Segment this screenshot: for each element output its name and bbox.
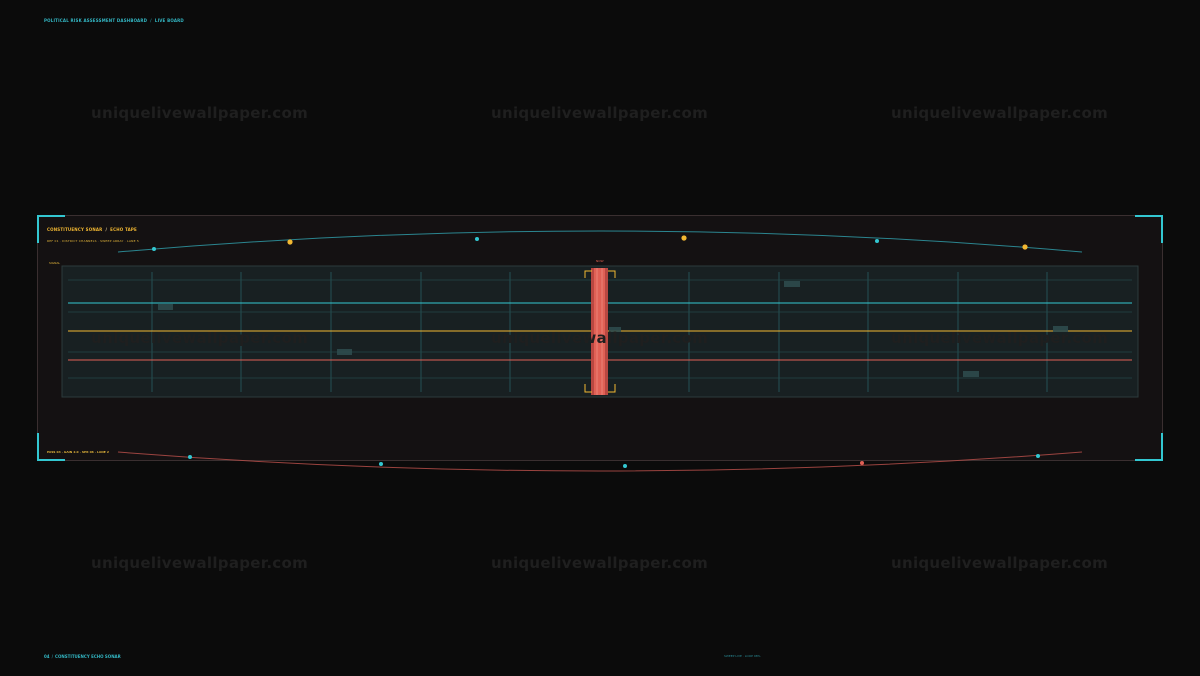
echo-block (963, 371, 979, 377)
echo-block (337, 349, 352, 355)
top-arc-node[interactable] (875, 239, 879, 243)
top-arc-node[interactable] (475, 237, 479, 241)
top-arc-node[interactable] (287, 239, 293, 245)
bottom-arc-node[interactable] (379, 462, 383, 466)
top-arc-node[interactable] (681, 235, 687, 241)
watermark: uniquelivewallpaper.com (891, 104, 1109, 122)
bottom-signal-arc (117, 451, 1083, 472)
watermark: uniquelivewallpaper.com (91, 329, 309, 347)
watermark: uniquelivewallpaper.com (91, 104, 309, 122)
footer-title-text: CONSTITUENCY ECHO SONAR (55, 654, 121, 659)
watermark: uniquelivewallpaper.com (91, 554, 309, 572)
echo-block (784, 281, 800, 287)
dashboard-page: POLITICAL RISK ASSESSMENT DASHBOARD / LIVE… (0, 0, 1200, 676)
bottom-arc-node[interactable] (860, 461, 864, 465)
bottom-arc-node[interactable] (188, 455, 192, 459)
cursor-label: NOW (596, 259, 604, 263)
watermark: uniquelivewallpaper.com (491, 104, 709, 122)
echo-block (158, 304, 173, 310)
watermark: uniquelivewallpaper.com (491, 554, 709, 572)
watermark: uniquelivewallpaper.com (491, 329, 709, 347)
top-arc-node[interactable] (152, 247, 156, 251)
watermark: uniquelivewallpaper.com (891, 329, 1109, 347)
footer-title: 04/CONSTITUENCY ECHO SONAR (44, 654, 121, 659)
footer-separator: / (51, 654, 54, 659)
watermark: uniquelivewallpaper.com (891, 554, 1109, 572)
top-arc-node[interactable] (1022, 244, 1028, 250)
bottom-arc-node[interactable] (1036, 454, 1040, 458)
footer-status: SWEEP LIVE · LOOP 98% (724, 654, 761, 658)
top-signal-arc (117, 230, 1083, 253)
bottom-arc-node[interactable] (623, 464, 627, 468)
footer-code: 04 (44, 654, 50, 659)
